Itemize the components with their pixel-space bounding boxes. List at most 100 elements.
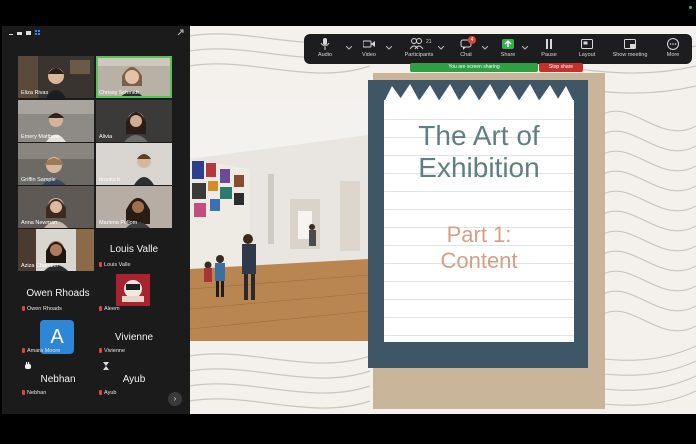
- audio-button[interactable]: Audio: [310, 34, 340, 64]
- participant-name-small: Vivienne: [99, 348, 125, 354]
- chat-options-chevron[interactable]: [480, 42, 490, 50]
- microphone-icon: [320, 38, 330, 50]
- share-button[interactable]: Share: [494, 34, 522, 64]
- audio-label: Audio: [317, 52, 333, 58]
- video-tile[interactable]: Aziza Chandler: [18, 229, 94, 271]
- video-tile[interactable]: Marlena Pullom: [96, 186, 172, 228]
- show-meeting-label: Show meeting: [612, 52, 648, 58]
- muted-mic-icon: [99, 348, 102, 353]
- screen-sharing-status-text: You are screen sharing: [448, 64, 500, 70]
- screen: The Art of Exhibition Part 1: Content Au…: [0, 0, 696, 444]
- more-label: More: [666, 52, 680, 58]
- participant-name: Aziza Chandler: [21, 263, 59, 269]
- participants-button[interactable]: Participants: [400, 34, 438, 64]
- muted-mic-icon: [99, 390, 102, 395]
- participant-name: Marlena Pullom: [99, 220, 138, 226]
- pause-label: Pause: [541, 52, 557, 58]
- chat-label: Chat: [460, 52, 472, 58]
- participant-name-large: Vivienne: [114, 332, 154, 343]
- more-button[interactable]: More: [658, 34, 688, 64]
- slide-subtitle-line2: Content: [440, 248, 518, 273]
- video-tile[interactable]: Alivia: [96, 100, 172, 142]
- participant-name-small: Aleem: [99, 306, 120, 312]
- show-meeting-button[interactable]: Show meeting: [608, 34, 652, 64]
- share-label: Share: [500, 52, 516, 58]
- video-tile[interactable]: Griffin Sample: [18, 143, 94, 185]
- pause-icon: [546, 39, 552, 49]
- muted-mic-icon: [22, 390, 25, 395]
- muted-mic-icon: [22, 348, 25, 353]
- participant-name: Anna Newman: [21, 220, 58, 226]
- pause-share-button[interactable]: Pause: [534, 34, 564, 64]
- muted-mic-icon: [99, 262, 102, 267]
- video-button[interactable]: Video: [354, 34, 384, 64]
- chevron-down-icon: [346, 46, 352, 50]
- show-meeting-icon: [624, 39, 636, 49]
- participant-name-small: Amara Moore: [22, 348, 60, 354]
- video-tile[interactable]: brooks b: [96, 143, 172, 185]
- participant-name-small: Owen Rhoads: [22, 306, 62, 312]
- video-tile[interactable]: Eliza Rivas: [18, 56, 94, 98]
- participant-name-large: Louis Valle: [109, 244, 159, 255]
- layout-button[interactable]: Layout: [572, 34, 602, 64]
- status-dot: [689, 6, 692, 9]
- slide-title: The Art of Exhibition: [384, 120, 574, 184]
- participant-name: Griffin Sample: [21, 177, 56, 183]
- shared-slide: The Art of Exhibition Part 1: Content: [190, 26, 696, 414]
- slide-subtitle: Part 1: Content: [384, 222, 574, 274]
- muted-mic-icon: [22, 306, 25, 311]
- share-options-chevron[interactable]: [520, 42, 530, 50]
- screen-sharing-status-banner: You are screen sharing: [410, 63, 538, 72]
- participant-name: Chrissy Schmidt: [99, 90, 139, 96]
- participant-avatar-image: [116, 274, 150, 306]
- raised-hand-icon: [25, 362, 31, 369]
- participant-name-large: Nebhan: [40, 374, 76, 385]
- video-tile-active-speaker[interactable]: Chrissy Schmidt: [96, 56, 172, 98]
- participants-count: 21: [426, 39, 432, 45]
- muted-mic-icon: [99, 306, 102, 311]
- slide-title-line2: Exhibition: [418, 152, 540, 183]
- chat-unread-badge: 4: [468, 36, 476, 44]
- minimize-icon: [9, 34, 13, 35]
- single-view-icon: [17, 32, 22, 35]
- chevron-right-icon: ›: [173, 394, 177, 403]
- participant-name: Alivia: [99, 134, 113, 140]
- stop-share-button[interactable]: Stop share: [539, 63, 583, 72]
- hourglass-icon: [103, 362, 109, 370]
- bottom-black-bar: [0, 414, 696, 444]
- participant-name-small: Louis Valle: [99, 262, 131, 268]
- chevron-down-icon: [438, 46, 444, 50]
- strip-view-icon: [26, 31, 31, 35]
- top-black-bar: [0, 0, 696, 26]
- participant-name: Emery Matthew: [21, 134, 60, 140]
- layout-icon: [581, 39, 593, 49]
- video-tile[interactable]: Anna Newman: [18, 186, 94, 228]
- video-camera-icon: [363, 40, 375, 48]
- next-page-button[interactable]: ›: [168, 392, 182, 406]
- participant-name-large: Owen Rhoads: [26, 288, 90, 299]
- participant-name-small: Nebhan: [22, 390, 46, 396]
- more-options-icon: [667, 38, 679, 50]
- share-screen-icon: [502, 39, 514, 49]
- participant-name-large: Ayub: [122, 374, 146, 385]
- participants-options-chevron[interactable]: [436, 42, 446, 50]
- stop-share-label: Stop share: [548, 64, 574, 70]
- expand-icon: [177, 29, 184, 36]
- chevron-down-icon: [522, 46, 528, 50]
- audio-options-chevron[interactable]: [344, 42, 354, 50]
- gallery-view-controls: [9, 29, 184, 36]
- participant-name: Eliza Rivas: [21, 90, 49, 96]
- chevron-down-icon: [482, 46, 488, 50]
- participant-name: brooks b: [99, 177, 121, 183]
- gallery-grid-icon: [35, 30, 40, 35]
- slide-title-line1: The Art of: [418, 120, 540, 151]
- meeting-toolbar: Audio Video Participants 21 Chat Share P…: [304, 34, 692, 64]
- video-label: Video: [362, 52, 376, 58]
- chevron-down-icon: [386, 46, 392, 50]
- video-options-chevron[interactable]: [384, 42, 394, 50]
- slide-subtitle-line1: Part 1:: [446, 222, 512, 247]
- participants-label: Participants: [404, 52, 434, 58]
- video-tile[interactable]: Emery Matthew: [18, 100, 94, 142]
- participants-gallery-panel: Eliza Rivas Chrissy Schmidt Emery Matthe…: [2, 26, 190, 414]
- gallery-photo: [190, 99, 368, 341]
